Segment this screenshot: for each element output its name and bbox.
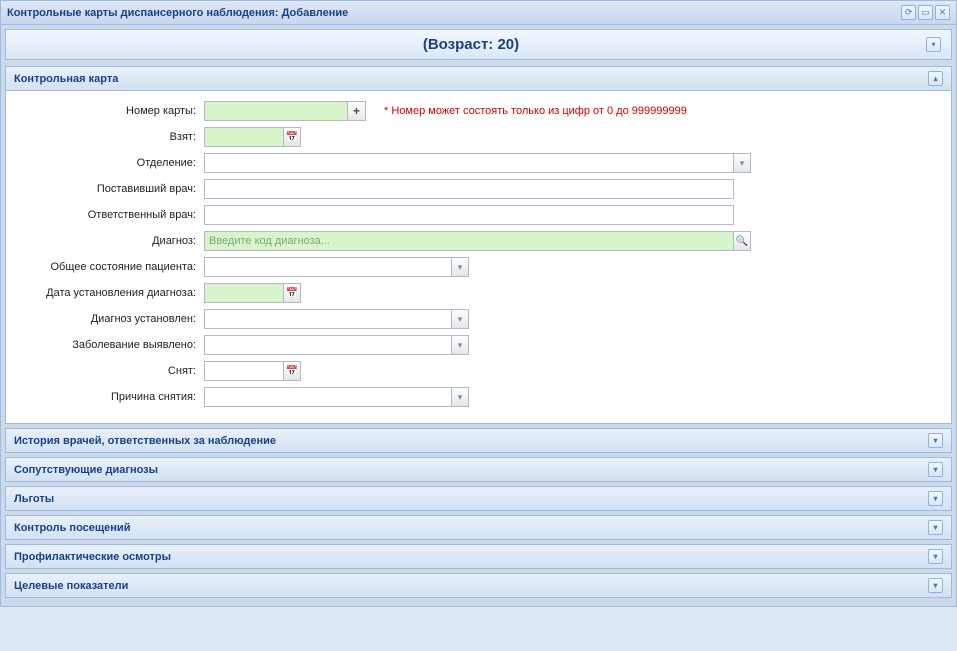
- expand-down-icon[interactable]: ▾: [928, 433, 943, 448]
- patient-expand-icon[interactable]: ▾: [926, 37, 941, 52]
- panel-targets: Целевые показатели ▾: [5, 573, 952, 598]
- collapse-up-icon[interactable]: ▴: [928, 71, 943, 86]
- window-title: Контрольные карты диспансерного наблюден…: [7, 7, 901, 19]
- row-removed: Снят:: [14, 361, 943, 381]
- chevron-down-icon[interactable]: [734, 153, 751, 173]
- card-number-input[interactable]: [204, 101, 348, 121]
- row-responsible-doctor: Ответственный врач:: [14, 205, 943, 225]
- expand-down-icon[interactable]: ▾: [928, 520, 943, 535]
- maximize-icon[interactable]: ▭: [918, 5, 933, 20]
- calendar-icon[interactable]: [284, 283, 301, 303]
- panel-comorbid: Сопутствующие диагнозы ▾: [5, 457, 952, 482]
- label-diagnosis-date: Дата установления диагноза:: [14, 287, 204, 299]
- label-card-number: Номер карты:: [14, 105, 204, 117]
- panel-benefits: Льготы ▾: [5, 486, 952, 511]
- panel-header-prophylactic[interactable]: Профилактические осмотры ▾: [6, 545, 951, 568]
- disease-detected-combo[interactable]: [204, 335, 452, 355]
- diagnosis-date-input[interactable]: [204, 283, 284, 303]
- label-department: Отделение:: [14, 157, 204, 169]
- panel-title: Контрольная карта: [14, 73, 928, 85]
- close-icon[interactable]: ✕: [935, 5, 950, 20]
- expand-down-icon[interactable]: ▾: [928, 462, 943, 477]
- diagnosis-set-combo[interactable]: [204, 309, 452, 329]
- panel-title: Профилактические осмотры: [14, 551, 928, 563]
- chevron-down-icon[interactable]: [452, 335, 469, 355]
- dispensary-window: Контрольные карты диспансерного наблюден…: [0, 0, 957, 607]
- taken-date-input[interactable]: [204, 127, 284, 147]
- calendar-icon[interactable]: [284, 361, 301, 381]
- panel-header-control-card[interactable]: Контрольная карта ▴: [6, 67, 951, 91]
- label-disease-detected: Заболевание выявлено:: [14, 339, 204, 351]
- removed-date-input[interactable]: [204, 361, 284, 381]
- label-removal-reason: Причина снятия:: [14, 391, 204, 403]
- panel-control-card: Контрольная карта ▴ Номер карты: + * Ном…: [5, 66, 952, 424]
- expand-down-icon[interactable]: ▾: [928, 578, 943, 593]
- panel-title: Льготы: [14, 493, 928, 505]
- label-diagnosis-set: Диагноз установлен:: [14, 313, 204, 325]
- patient-condition-combo[interactable]: [204, 257, 452, 277]
- label-diagnosis: Диагноз:: [14, 235, 204, 247]
- row-card-number: Номер карты: + * Номер может состоять то…: [14, 101, 943, 121]
- label-taken: Взят:: [14, 131, 204, 143]
- row-disease-detected: Заболевание выявлено:: [14, 335, 943, 355]
- expand-down-icon[interactable]: ▾: [928, 491, 943, 506]
- label-assigning-doctor: Поставивший врач:: [14, 183, 204, 195]
- row-patient-condition: Общее состояние пациента:: [14, 257, 943, 277]
- calendar-icon[interactable]: [284, 127, 301, 147]
- expand-down-icon[interactable]: ▾: [928, 549, 943, 564]
- panel-header-visits[interactable]: Контроль посещений ▾: [6, 516, 951, 539]
- row-assigning-doctor: Поставивший врач:: [14, 179, 943, 199]
- patient-bar: (Возраст: 20) ▾: [5, 29, 952, 60]
- label-removed: Снят:: [14, 365, 204, 377]
- panel-title: История врачей, ответственных за наблюде…: [14, 435, 928, 447]
- label-responsible-doctor: Ответственный врач:: [14, 209, 204, 221]
- panel-header-targets[interactable]: Целевые показатели ▾: [6, 574, 951, 597]
- panel-prophylactic: Профилактические осмотры ▾: [5, 544, 952, 569]
- panel-header-benefits[interactable]: Льготы ▾: [6, 487, 951, 510]
- window-body: (Возраст: 20) ▾ Контрольная карта ▴ Номе…: [1, 25, 956, 606]
- chevron-down-icon[interactable]: [452, 309, 469, 329]
- diagnosis-search-input[interactable]: [204, 231, 734, 251]
- row-removal-reason: Причина снятия:: [14, 387, 943, 407]
- removal-reason-combo[interactable]: [204, 387, 452, 407]
- panel-body-control-card: Номер карты: + * Номер может состоять то…: [6, 91, 951, 423]
- row-taken: Взят:: [14, 127, 943, 147]
- search-icon[interactable]: [734, 231, 751, 251]
- plus-icon[interactable]: +: [348, 101, 366, 121]
- window-tools: ⟳ ▭ ✕: [901, 5, 950, 20]
- row-diagnosis-date: Дата установления диагноза:: [14, 283, 943, 303]
- responsible-doctor-input[interactable]: [204, 205, 734, 225]
- assigning-doctor-input[interactable]: [204, 179, 734, 199]
- row-diagnosis-set: Диагноз установлен:: [14, 309, 943, 329]
- row-department: Отделение:: [14, 153, 943, 173]
- panel-header-comorbid[interactable]: Сопутствующие диагнозы ▾: [6, 458, 951, 481]
- panel-visits: Контроль посещений ▾: [5, 515, 952, 540]
- chevron-down-icon[interactable]: [452, 257, 469, 277]
- patient-age-text: (Возраст: 20): [16, 36, 926, 53]
- label-patient-condition: Общее состояние пациента:: [14, 261, 204, 273]
- window-titlebar: Контрольные карты диспансерного наблюден…: [1, 1, 956, 25]
- chevron-down-icon[interactable]: [452, 387, 469, 407]
- row-diagnosis: Диагноз:: [14, 231, 943, 251]
- refresh-icon[interactable]: ⟳: [901, 5, 916, 20]
- card-number-hint: * Номер может состоять только из цифр от…: [384, 105, 687, 117]
- panel-title: Сопутствующие диагнозы: [14, 464, 928, 476]
- panel-title: Контроль посещений: [14, 522, 928, 534]
- panel-doctor-history: История врачей, ответственных за наблюде…: [5, 428, 952, 453]
- panel-header-doctor-history[interactable]: История врачей, ответственных за наблюде…: [6, 429, 951, 452]
- panel-title: Целевые показатели: [14, 580, 928, 592]
- department-combo[interactable]: [204, 153, 734, 173]
